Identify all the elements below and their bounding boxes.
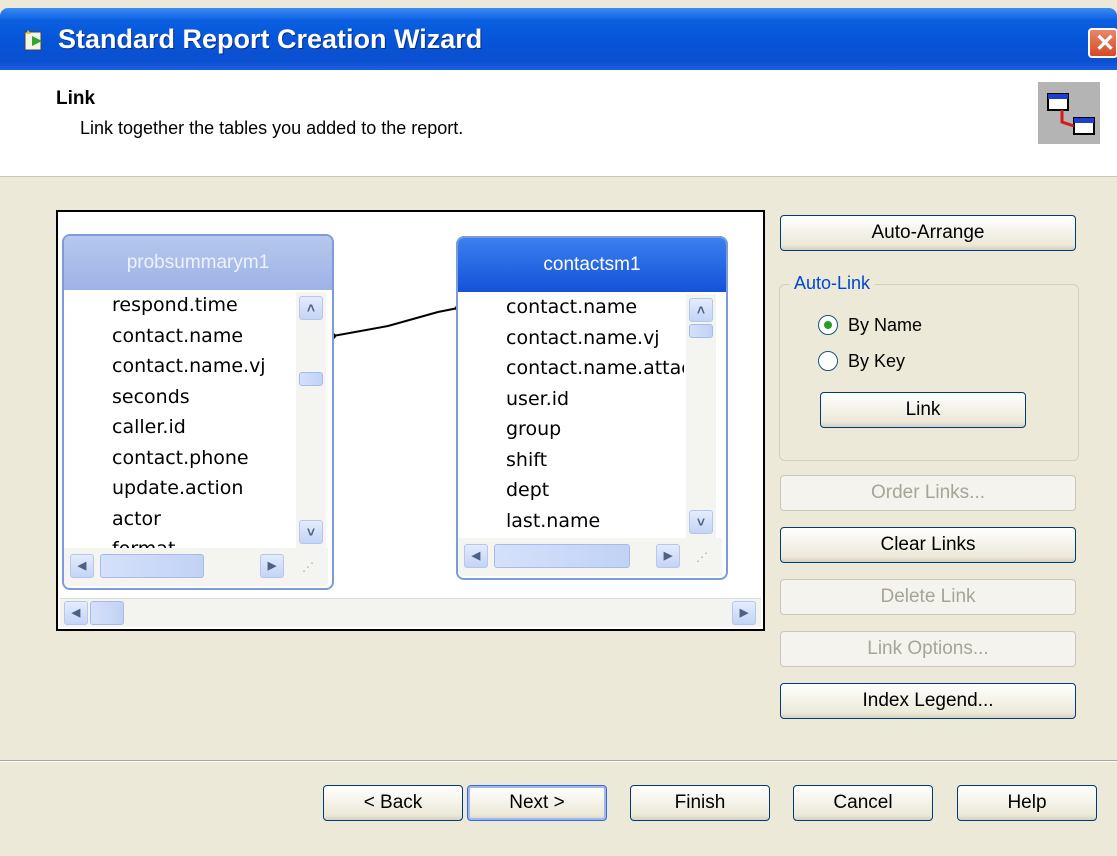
vertical-scrollbar[interactable]: ˄ ˅ — [686, 294, 716, 538]
by-name-label[interactable]: By Name — [848, 315, 922, 336]
field-item[interactable]: dept — [506, 479, 549, 501]
field-item[interactable]: seconds — [112, 386, 190, 408]
field-item[interactable]: format — [112, 538, 175, 548]
cancel-button[interactable]: Cancel — [793, 785, 933, 821]
order-links-button[interactable]: Order Links... — [780, 475, 1076, 511]
scroll-down-button[interactable]: ˅ — [299, 520, 323, 544]
field-item[interactable]: last.name — [506, 510, 600, 532]
help-button[interactable]: Help — [957, 785, 1097, 821]
vertical-scrollbar[interactable]: ˄ ˅ — [296, 292, 326, 548]
auto-link-group — [779, 284, 1079, 461]
field-item[interactable]: respond.time — [112, 294, 238, 316]
field-item[interactable]: contact.phone — [112, 447, 249, 469]
close-button[interactable]: ✕ — [1088, 28, 1117, 58]
next-button[interactable]: Next > — [467, 785, 607, 821]
field-item[interactable]: shift — [506, 449, 547, 471]
field-item[interactable]: group — [506, 418, 561, 440]
delete-link-button[interactable]: Delete Link — [780, 579, 1076, 615]
scroll-thumb[interactable] — [299, 372, 323, 386]
title-bar: Standard Report Creation Wizard ✕ — [0, 8, 1117, 70]
field-item[interactable]: contact.name.vj — [506, 327, 660, 349]
scroll-left-button[interactable]: ◀ — [70, 554, 94, 578]
table-contactsm1[interactable]: contactsm1 contact.name contact.name.vj … — [456, 236, 728, 580]
field-item[interactable]: actor — [112, 508, 161, 530]
scroll-left-button[interactable]: ◀ — [64, 601, 88, 625]
table-title-contactsm1[interactable]: contactsm1 — [458, 238, 726, 292]
close-icon: ✕ — [1095, 30, 1116, 57]
radio-selected-dot — [824, 321, 832, 329]
field-item[interactable]: contact.name — [506, 296, 637, 318]
by-key-label[interactable]: By Key — [848, 351, 905, 372]
field-item[interactable]: contact.name — [112, 325, 243, 347]
field-list[interactable]: respond.time contact.name contact.name.v… — [74, 294, 300, 548]
page-subtitle: Link together the tables you added to th… — [80, 118, 464, 138]
horizontal-scrollbar[interactable]: ◀ ▶ ⋰ — [64, 548, 328, 586]
back-button[interactable]: < Back — [323, 785, 463, 821]
scroll-down-button[interactable]: ˅ — [689, 510, 713, 534]
scroll-up-button[interactable]: ˄ — [299, 296, 323, 320]
field-item[interactable]: user.id — [506, 388, 569, 410]
auto-arrange-button[interactable]: Auto-Arrange — [780, 215, 1076, 251]
clear-links-button[interactable]: Clear Links — [780, 527, 1076, 563]
field-item[interactable]: caller.id — [112, 416, 186, 438]
scroll-right-button[interactable]: ▶ — [732, 601, 756, 625]
link-button[interactable]: Link — [820, 392, 1026, 428]
link-tables-icon — [1038, 82, 1100, 144]
scroll-right-button[interactable]: ▶ — [260, 554, 284, 578]
wizard-header: Link Link together the tables you added … — [0, 70, 1117, 177]
field-item[interactable]: contact.name.vj — [112, 355, 266, 377]
field-item[interactable]: update.action — [112, 477, 243, 499]
link-canvas[interactable]: probsummarym1 respond.time contact.name … — [56, 210, 765, 631]
field-list[interactable]: contact.name contact.name.vj contact.nam… — [468, 296, 684, 538]
canvas-horizontal-scrollbar[interactable]: ◀ ▶ — [60, 598, 761, 627]
field-item[interactable]: contact.name.attac — [506, 357, 684, 379]
by-name-radio[interactable] — [818, 315, 838, 335]
page-title: Link — [56, 88, 96, 109]
auto-link-group-label: Auto-Link — [790, 273, 875, 294]
resize-grip-icon[interactable]: ⋰ — [302, 560, 320, 578]
link-options-button[interactable]: Link Options... — [780, 631, 1076, 667]
wizard-app-icon — [24, 30, 42, 51]
table-probsummarym1[interactable]: probsummarym1 respond.time contact.name … — [62, 234, 334, 590]
scroll-thumb[interactable] — [100, 554, 204, 578]
horizontal-scrollbar[interactable]: ◀ ▶ ⋰ — [458, 538, 722, 576]
resize-grip-icon[interactable]: ⋰ — [696, 550, 714, 568]
scroll-left-button[interactable]: ◀ — [464, 544, 488, 568]
scroll-thumb[interactable] — [494, 544, 630, 568]
scroll-right-button[interactable]: ▶ — [656, 544, 680, 568]
window-title: Standard Report Creation Wizard — [58, 24, 483, 54]
index-legend-button[interactable]: Index Legend... — [780, 683, 1076, 719]
by-key-radio[interactable] — [818, 351, 838, 371]
scroll-up-button[interactable]: ˄ — [689, 298, 713, 322]
footer-separator — [0, 760, 1117, 762]
scroll-thumb[interactable] — [90, 601, 124, 625]
table-title-probsummarym1[interactable]: probsummarym1 — [64, 236, 332, 290]
finish-button[interactable]: Finish — [630, 785, 770, 821]
scroll-thumb[interactable] — [689, 324, 713, 338]
